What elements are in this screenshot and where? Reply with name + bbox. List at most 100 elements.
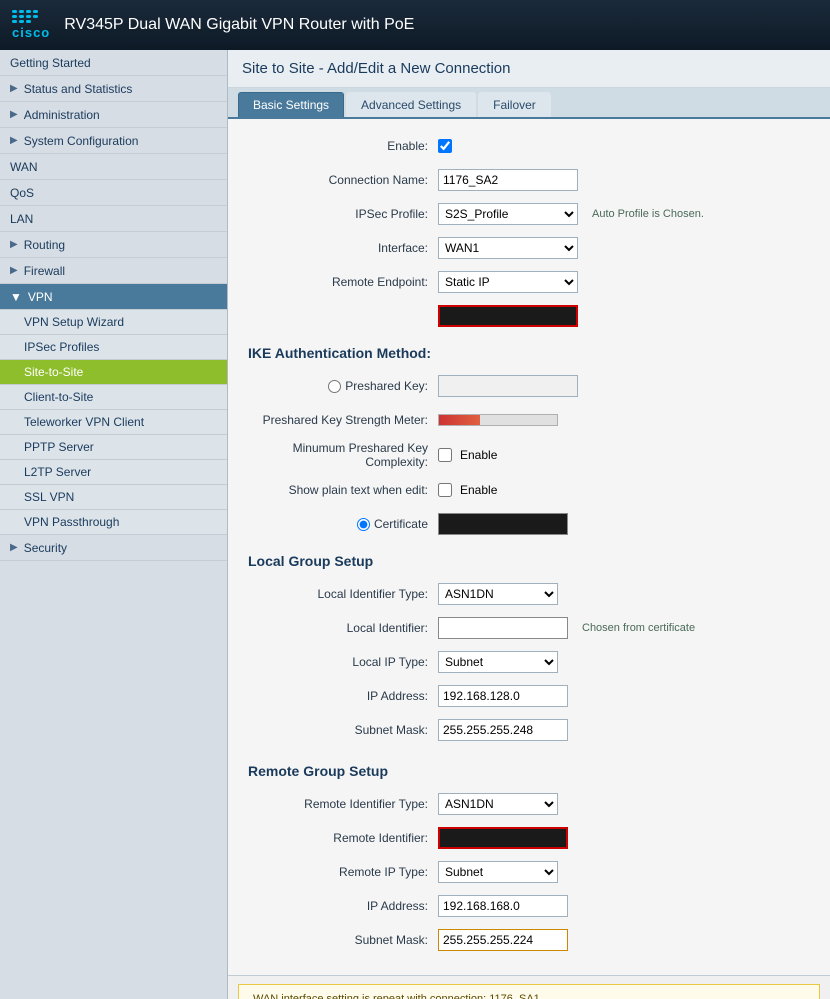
remote-ip-type-label: Remote IP Type: [248,865,438,879]
sidebar-item-ipsec-profiles[interactable]: IPSec Profiles [0,335,227,360]
connection-name-label: Connection Name: [248,173,438,187]
cisco-logo: cisco [12,10,50,40]
remote-endpoint-select[interactable]: Static IP [438,271,578,293]
sidebar-item-routing[interactable]: ▶ Routing [0,232,227,258]
local-id-input[interactable] [438,617,568,639]
remote-id-input[interactable] [438,827,568,849]
connection-name-row: Connection Name: [248,167,810,193]
preshared-key-radio[interactable] [328,380,341,393]
sidebar-item-client-to-site[interactable]: Client-to-Site [0,385,227,410]
sidebar-item-wan[interactable]: WAN [0,154,227,180]
tab-advanced-settings[interactable]: Advanced Settings [346,92,476,117]
sidebar-item-getting-started[interactable]: Getting Started [0,50,227,76]
remote-id-type-control: ASN1DN [438,793,558,815]
strength-meter-bar [438,414,558,426]
preshared-key-control [438,375,578,397]
sidebar-item-vpn[interactable]: ▼ VPN [0,284,227,310]
local-ip-type-control: Subnet [438,651,558,673]
strength-meter-row: Preshared Key Strength Meter: [248,407,810,433]
sidebar-item-security[interactable]: ▶ Security [0,535,227,561]
local-id-type-row: Local Identifier Type: ASN1DN [248,581,810,607]
interface-control: WAN1 [438,237,578,259]
sidebar-label: LAN [10,212,33,226]
preshared-key-input[interactable] [438,375,578,397]
sidebar-label: SSL VPN [24,490,74,504]
local-ip-address-control [438,685,568,707]
page-title: Site to Site - Add/Edit a New Connection [228,50,830,88]
remote-subnet-mask-label: Subnet Mask: [248,933,438,947]
show-plain-text-row: Show plain text when edit: Enable [248,477,810,503]
local-ip-type-row: Local IP Type: Subnet [248,649,810,675]
min-complexity-checkbox[interactable] [438,448,452,462]
sidebar-label: Status and Statistics [24,82,133,96]
enable-label: Enable: [248,139,438,153]
local-id-type-control: ASN1DN [438,583,558,605]
remote-ip-type-row: Remote IP Type: Subnet [248,859,810,885]
certificate-radio[interactable] [357,518,370,531]
remote-subnet-mask-control [438,929,568,951]
sidebar-label: Routing [24,238,65,252]
expand-icon: ▶ [10,239,18,250]
sidebar-item-firewall[interactable]: ▶ Firewall [0,258,227,284]
certificate-control [438,513,568,535]
local-id-type-select[interactable]: ASN1DN [438,583,558,605]
min-complexity-control: Enable [438,448,497,462]
min-complexity-label: Minumum Preshared Key Complexity: [248,441,438,469]
sidebar-item-pptp-server[interactable]: PPTP Server [0,435,227,460]
show-plain-text-enable-label: Enable [460,483,497,497]
sidebar-item-system-configuration[interactable]: ▶ System Configuration [0,128,227,154]
sidebar-item-site-to-site[interactable]: Site-to-Site [0,360,227,385]
sidebar-item-ssl-vpn[interactable]: SSL VPN [0,485,227,510]
min-complexity-enable-label: Enable [460,448,497,462]
sidebar-item-l2tp-server[interactable]: L2TP Server [0,460,227,485]
sidebar-item-lan[interactable]: LAN [0,206,227,232]
remote-subnet-mask-input[interactable] [438,929,568,951]
local-subnet-mask-input[interactable] [438,719,568,741]
ipsec-profile-control: S2S_Profile Auto Profile is Chosen. [438,203,704,225]
certificate-select[interactable] [438,513,568,535]
sidebar-item-status-statistics[interactable]: ▶ Status and Statistics [0,76,227,102]
cisco-dots-2 [12,15,50,18]
remote-ip-address-control [438,895,568,917]
sidebar: Getting Started ▶ Status and Statistics … [0,50,228,999]
local-ip-address-label: IP Address: [248,689,438,703]
local-ip-address-row: IP Address: [248,683,810,709]
expand-icon: ▶ [10,109,18,120]
sidebar-label: Getting Started [10,56,91,70]
enable-checkbox[interactable] [438,139,452,153]
local-ip-type-select[interactable]: Subnet [438,651,558,673]
local-ip-address-input[interactable] [438,685,568,707]
remote-ip-address-input[interactable] [438,895,568,917]
tab-failover[interactable]: Failover [478,92,551,117]
sidebar-item-vpn-setup-wizard[interactable]: VPN Setup Wizard [0,310,227,335]
sidebar-item-qos[interactable]: QoS [0,180,227,206]
connection-name-control [438,169,578,191]
local-id-label: Local Identifier: [248,621,438,635]
remote-subnet-mask-row: Subnet Mask: [248,927,810,953]
remote-id-row: Remote Identifier: [248,825,810,851]
remote-endpoint-ip-input[interactable] [438,305,578,327]
strength-fill [439,415,480,425]
sidebar-item-vpn-passthrough[interactable]: VPN Passthrough [0,510,227,535]
remote-endpoint-control: Static IP [438,271,578,293]
sidebar-label: WAN [10,160,38,174]
remote-ip-type-select[interactable]: Subnet [438,861,558,883]
remote-ip-address-row: IP Address: [248,893,810,919]
connection-name-input[interactable] [438,169,578,191]
interface-select[interactable]: WAN1 [438,237,578,259]
remote-id-type-select[interactable]: ASN1DN [438,793,558,815]
ipsec-profile-row: IPSec Profile: S2S_Profile Auto Profile … [248,201,810,227]
sidebar-label: Firewall [24,264,65,278]
sidebar-item-administration[interactable]: ▶ Administration [0,102,227,128]
certificate-row: Certificate [248,511,810,537]
cisco-brand: cisco [12,25,50,40]
sidebar-label: IPSec Profiles [24,340,99,354]
ipsec-profile-note: Auto Profile is Chosen. [592,208,704,220]
expand-icon: ▶ [10,83,18,94]
ipsec-profile-select[interactable]: S2S_Profile [438,203,578,225]
tab-basic-settings[interactable]: Basic Settings [238,92,344,117]
show-plain-text-checkbox[interactable] [438,483,452,497]
enable-row: Enable: [248,133,810,159]
sidebar-item-teleworker-vpn-client[interactable]: Teleworker VPN Client [0,410,227,435]
sidebar-label: VPN Setup Wizard [24,315,124,329]
